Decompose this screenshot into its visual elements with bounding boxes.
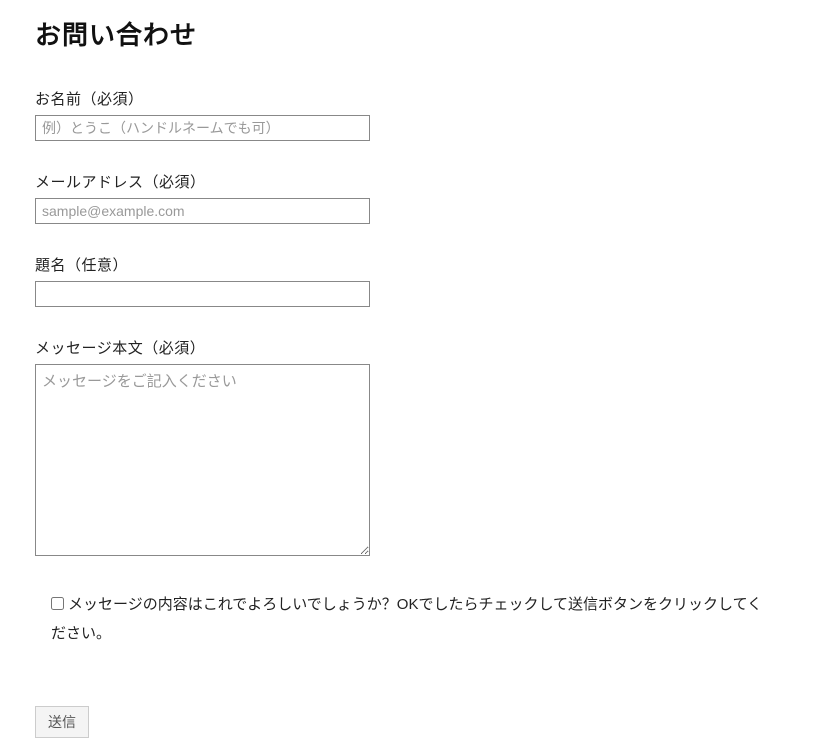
- email-field-group: メールアドレス（必須）: [35, 171, 783, 224]
- subject-input[interactable]: [35, 281, 370, 307]
- email-label: メールアドレス（必須）: [35, 171, 783, 192]
- email-input[interactable]: [35, 198, 370, 224]
- name-input[interactable]: [35, 115, 370, 141]
- message-textarea[interactable]: [35, 364, 370, 556]
- page-title: お問い合わせ: [35, 15, 783, 52]
- submit-button[interactable]: 送信: [35, 706, 89, 738]
- message-field-group: メッセージ本文（必須）: [35, 337, 783, 561]
- message-label: メッセージ本文（必須）: [35, 337, 783, 358]
- contact-form: お名前（必須） メールアドレス（必須） 題名（任意） メッセージ本文（必須） メ…: [35, 88, 783, 738]
- confirm-checkbox[interactable]: [51, 597, 64, 610]
- confirm-block: メッセージの内容はこれでよろしいでしょうか？OKでしたらチェックして送信ボタンを…: [35, 591, 783, 648]
- subject-label: 題名（任意）: [35, 254, 783, 275]
- name-field-group: お名前（必須）: [35, 88, 783, 141]
- confirm-text: メッセージの内容はこれでよろしいでしょうか？OKでしたらチェックして送信ボタンを…: [51, 596, 762, 642]
- confirm-label[interactable]: メッセージの内容はこれでよろしいでしょうか？OKでしたらチェックして送信ボタンを…: [51, 591, 767, 648]
- name-label: お名前（必須）: [35, 88, 783, 109]
- subject-field-group: 題名（任意）: [35, 254, 783, 307]
